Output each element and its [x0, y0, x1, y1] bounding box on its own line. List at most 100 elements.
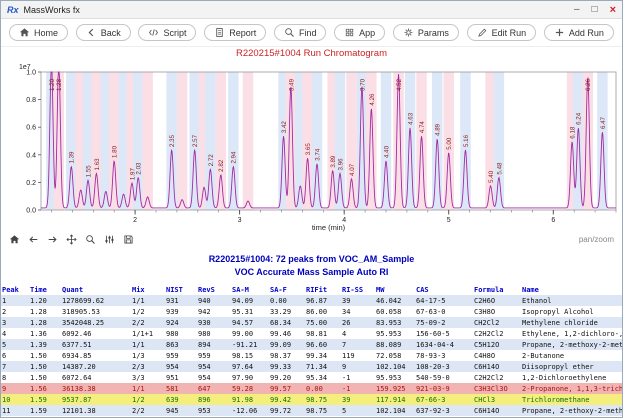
report-button[interactable]: Report: [204, 24, 266, 41]
app-grid-icon: [344, 27, 355, 38]
peak-label: 3.49: [288, 78, 295, 91]
peak-label: 4.89: [435, 123, 442, 136]
col-header-mw[interactable]: MW: [375, 284, 415, 295]
find-icon: [284, 27, 295, 38]
col-header-formula[interactable]: Formula: [473, 284, 521, 295]
y-tick-label: 0.8: [26, 97, 36, 104]
col-header-peak[interactable]: Peak: [1, 284, 29, 295]
find-button-label: Find: [299, 28, 317, 38]
plot-forward-button[interactable]: [47, 234, 58, 245]
table-row[interactable]: 51.396377.511/1863894-91.2199.0996.60788…: [1, 339, 623, 350]
peak-label: 6.18: [569, 126, 576, 139]
peak-band: [66, 72, 76, 210]
x-tick-label: 6: [551, 217, 555, 224]
col-header-time[interactable]: Time: [29, 284, 61, 295]
add-run-button[interactable]: Add Run: [544, 24, 614, 41]
peak-label: 1.28: [56, 78, 63, 91]
peak-band: [216, 72, 226, 210]
params-button-label: Params: [418, 28, 449, 38]
peak-label: 1.55: [85, 165, 92, 178]
save-icon: [123, 234, 134, 245]
chromatogram-plot[interactable]: 0.00.20.40.60.81.01e723456time (min)1.20…: [1, 60, 623, 232]
peak-label: 4.26: [369, 93, 376, 106]
peak-label: 4.63: [407, 112, 414, 125]
window-title: MassWorks fx: [24, 5, 80, 15]
back-button-label: Back: [101, 28, 121, 38]
peak-label: 6.47: [600, 116, 607, 129]
table-row[interactable]: 81.506072.643/395195497.9099.2095.34-195…: [1, 372, 623, 383]
params-button[interactable]: Params: [393, 24, 459, 41]
peak-label: 2.82: [218, 159, 225, 172]
plot-zoom-button[interactable]: [85, 234, 96, 245]
peak-band: [205, 72, 215, 210]
peak-label: 2.72: [208, 154, 215, 167]
peak-band: [142, 72, 152, 210]
peak-label: 5.40: [488, 170, 495, 183]
table-row[interactable]: 111.5912101.382/2945953-12.0699.7298.755…: [1, 405, 623, 416]
peak-band: [177, 72, 187, 210]
col-header-sa-m[interactable]: SA-M: [231, 284, 269, 295]
col-header-revs[interactable]: RevS: [197, 284, 231, 295]
app-button-label: App: [359, 28, 375, 38]
table-row[interactable]: 101.599537.871/263989691.9899.4298.75391…: [1, 394, 623, 405]
peaks-table: PeakTimeQuantMixNISTRevSSA-MSA-FRIFitRI-…: [1, 284, 623, 416]
peak-label: 3.42: [281, 121, 288, 134]
minimize-button[interactable]: –: [574, 1, 580, 19]
col-header-sa-f[interactable]: SA-F: [269, 284, 305, 295]
table-row[interactable]: 31.283542048.252/292493094.5768.3475.002…: [1, 317, 623, 328]
plot-settings-button[interactable]: [104, 234, 115, 245]
table-row[interactable]: 41.366092.461/1+198098099.0099.4698.8149…: [1, 328, 623, 339]
peak-label: 3.70: [359, 78, 366, 91]
table-row[interactable]: 71.5014387.202/395495497.6499.3371.34910…: [1, 361, 623, 372]
col-header-ri-ss[interactable]: RI-SS: [341, 284, 375, 295]
script-button[interactable]: Script: [138, 24, 196, 41]
add-run-button-label: Add Run: [569, 28, 604, 38]
home-button-label: Home: [34, 28, 58, 38]
close-button[interactable]: ×: [610, 1, 616, 19]
col-header-cas[interactable]: CAS: [415, 284, 473, 295]
table-row[interactable]: 91.5636138.381/158164759.2899.570.00-115…: [1, 383, 623, 394]
peak-label: 2.94: [231, 151, 238, 164]
col-header-nist[interactable]: NIST: [165, 284, 197, 295]
report-button-label: Report: [229, 28, 256, 38]
peak-band: [228, 72, 238, 210]
arrow-left-icon: [28, 234, 39, 245]
plot-nav-toolbar: pan/zoom: [1, 232, 622, 247]
peak-label: 3.96: [337, 158, 344, 171]
home-icon: [9, 234, 20, 245]
edit-run-button[interactable]: Edit Run: [467, 24, 537, 41]
titlebar: Rx MassWorks fx – □ ×: [1, 1, 622, 19]
back-button[interactable]: Back: [76, 24, 131, 41]
table-row[interactable]: 61.506934.851/395995998.1598.3799.341197…: [1, 350, 623, 361]
find-button[interactable]: Find: [274, 24, 327, 41]
x-tick-label: 2: [133, 217, 137, 224]
peak-label: 1.63: [94, 158, 101, 171]
peak-label: 1.80: [112, 145, 119, 158]
col-header-rifit[interactable]: RIFit: [305, 284, 341, 295]
col-header-name[interactable]: Name: [521, 284, 623, 295]
app-button[interactable]: App: [334, 24, 385, 41]
plot-save-button[interactable]: [123, 234, 134, 245]
peak-band: [133, 72, 143, 210]
col-header-mix[interactable]: Mix: [131, 284, 165, 295]
app-logo: Rx: [7, 5, 19, 15]
peak-band: [91, 72, 101, 210]
home-button[interactable]: Home: [9, 24, 68, 41]
table-row[interactable]: 11.201278699.621/193194094.090.0096.8739…: [1, 295, 623, 306]
peak-band: [597, 72, 607, 210]
chart-title: R220215#1004 Run Chromatogram: [1, 47, 622, 60]
col-header-quant[interactable]: Quant: [61, 284, 131, 295]
peak-band: [243, 72, 253, 210]
peak-label: 4.40: [383, 145, 390, 158]
peak-label: 3.74: [314, 148, 321, 161]
report-icon: [214, 27, 225, 38]
table-row[interactable]: 21.28318905.531/293994295.3133.2986.0034…: [1, 306, 623, 317]
plot-back-button[interactable]: [28, 234, 39, 245]
plot-pan-button[interactable]: [66, 234, 77, 245]
y-tick-label: 0.2: [26, 180, 36, 187]
maximize-button[interactable]: □: [592, 1, 598, 19]
peak-label: 2.57: [192, 134, 199, 147]
edit-icon: [477, 27, 488, 38]
plot-home-button[interactable]: [9, 234, 20, 245]
y-tick-label: 0.6: [26, 125, 36, 132]
